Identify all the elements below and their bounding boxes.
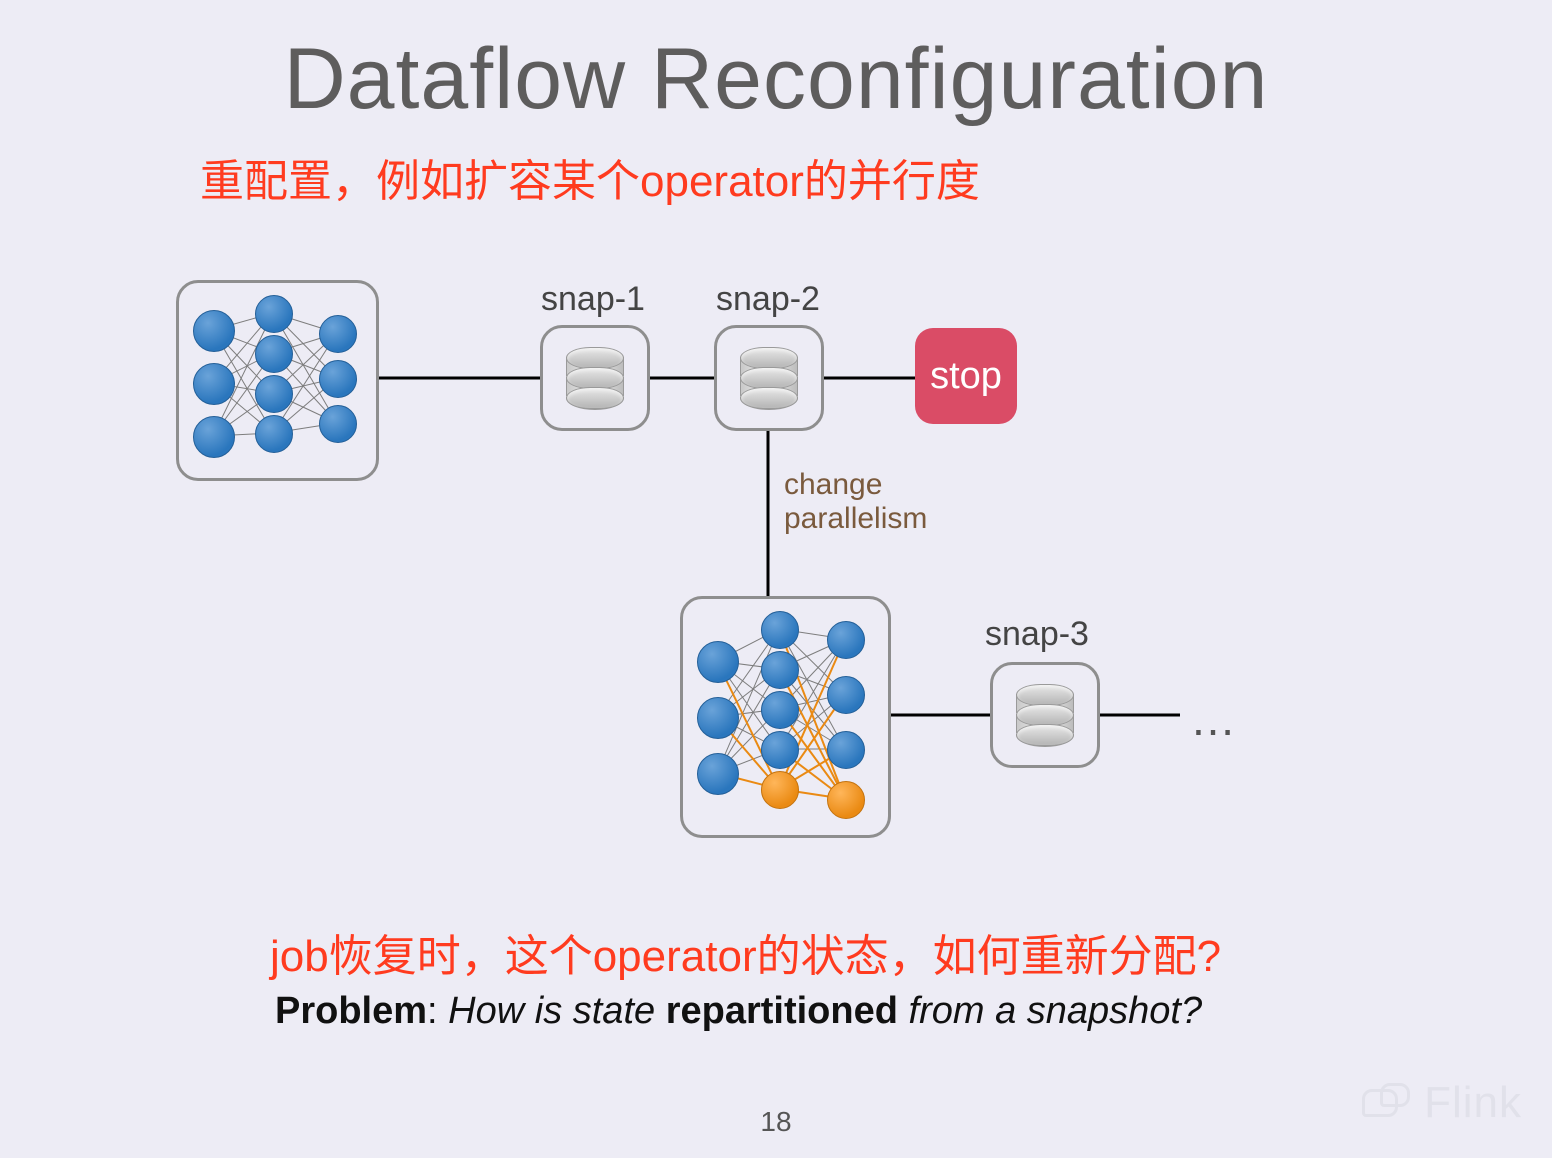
node bbox=[761, 731, 799, 769]
snapshot-1 bbox=[540, 325, 650, 431]
slide-subtitle: 重配置，例如扩容某个operator的并行度 bbox=[200, 145, 980, 209]
database-icon bbox=[1016, 684, 1074, 746]
node bbox=[193, 310, 235, 352]
ellipsis: … bbox=[1190, 692, 1236, 746]
question-chinese: job恢复时，这个operator的状态，如何重新分配? bbox=[270, 920, 1221, 984]
node-new bbox=[827, 781, 865, 819]
graph-box-original bbox=[176, 280, 379, 481]
node bbox=[697, 697, 739, 739]
change-label-line1: change bbox=[784, 468, 882, 501]
snap-3-label: snap-3 bbox=[985, 615, 1089, 654]
node bbox=[319, 360, 357, 398]
snap-2-label: snap-2 bbox=[716, 280, 820, 319]
slide: Dataflow Reconfiguration 重配置，例如扩容某个opera… bbox=[0, 0, 1552, 1158]
watermark: Flink bbox=[1362, 1078, 1522, 1128]
wechat-icon bbox=[1362, 1083, 1412, 1123]
node bbox=[319, 405, 357, 443]
stop-badge: stop bbox=[915, 328, 1017, 424]
node bbox=[193, 363, 235, 405]
node-new bbox=[761, 771, 799, 809]
node bbox=[697, 753, 739, 795]
node bbox=[697, 641, 739, 683]
node bbox=[255, 335, 293, 373]
database-icon bbox=[566, 347, 624, 409]
node bbox=[827, 676, 865, 714]
database-icon bbox=[740, 347, 798, 409]
snapshot-3 bbox=[990, 662, 1100, 768]
node bbox=[255, 375, 293, 413]
question-problem: Problem: How is state repartitioned from… bbox=[275, 990, 1202, 1033]
node bbox=[761, 691, 799, 729]
node bbox=[827, 621, 865, 659]
node bbox=[827, 731, 865, 769]
snap-1-label: snap-1 bbox=[541, 280, 645, 319]
node bbox=[319, 315, 357, 353]
node bbox=[761, 651, 799, 689]
node bbox=[193, 416, 235, 458]
page-number: 18 bbox=[0, 1106, 1552, 1138]
watermark-text: Flink bbox=[1424, 1078, 1522, 1128]
node bbox=[761, 611, 799, 649]
problem-label: Problem bbox=[275, 990, 427, 1032]
snapshot-2 bbox=[714, 325, 824, 431]
slide-title: Dataflow Reconfiguration bbox=[0, 30, 1552, 129]
node bbox=[255, 415, 293, 453]
change-label-line2: parallelism bbox=[784, 502, 927, 535]
node bbox=[255, 295, 293, 333]
graph-box-reconfigured bbox=[680, 596, 891, 838]
